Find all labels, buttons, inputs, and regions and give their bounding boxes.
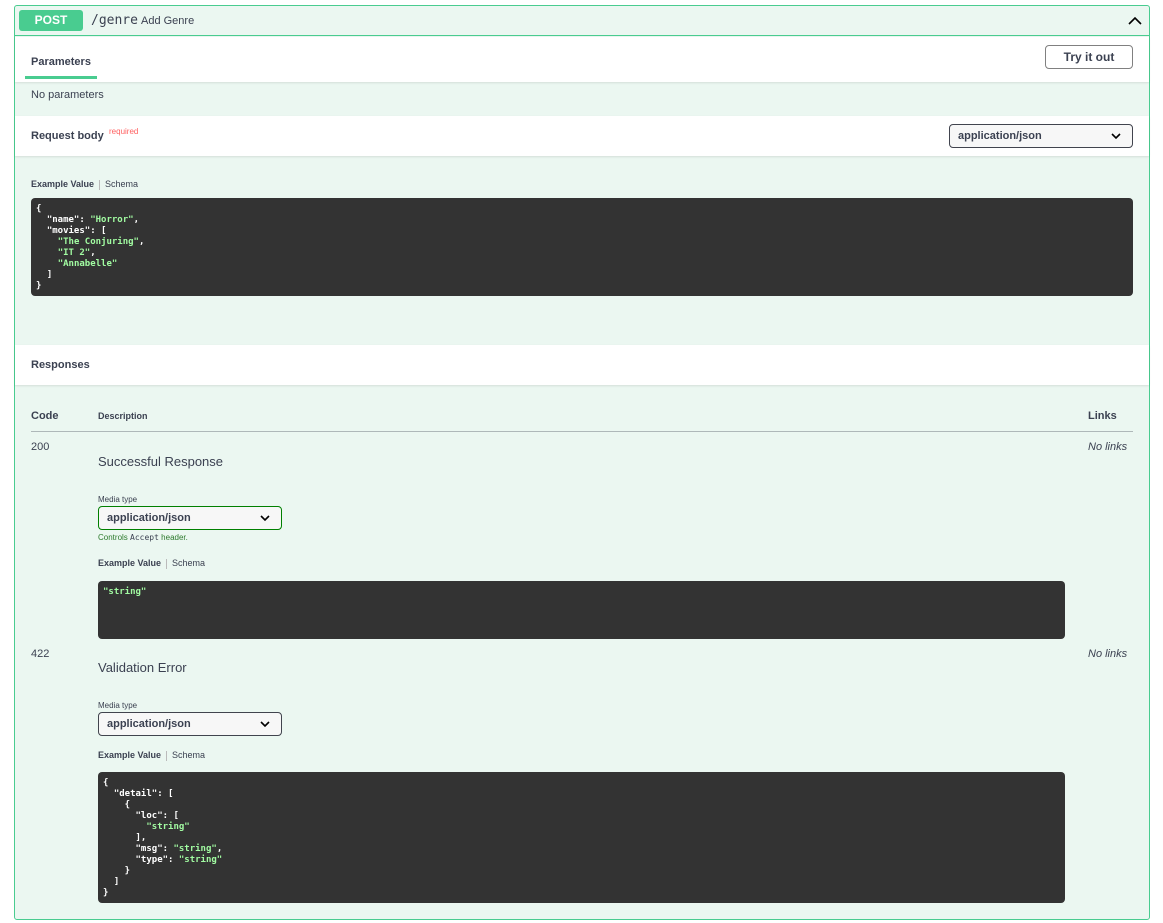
table-header-divider — [31, 431, 1133, 432]
operation-summary[interactable]: POST /genre Add Genre — [15, 6, 1149, 36]
tab-schema[interactable]: Schema — [172, 558, 205, 568]
response-422-example-tabs: Example Value Schema — [98, 750, 205, 761]
tab-example-value[interactable]: Example Value — [31, 179, 94, 189]
responses-header: Responses — [15, 345, 1149, 385]
column-header-description: Description — [98, 411, 148, 421]
response-422-media-type-select[interactable]: application/json — [98, 712, 282, 736]
tab-active-indicator — [25, 76, 97, 79]
column-header-links: Links — [1088, 410, 1117, 422]
response-422-example-code[interactable]: { "detail": [ { "loc": [ "string" ], "ms… — [98, 772, 1065, 903]
tab-parameters[interactable]: Parameters — [31, 56, 91, 68]
response-200-example-tabs: Example Value Schema — [98, 558, 205, 569]
tab-example-value[interactable]: Example Value — [98, 750, 161, 760]
tab-divider — [99, 179, 101, 190]
no-parameters-text: No parameters — [31, 89, 104, 101]
media-type-value: application/json — [107, 718, 191, 730]
request-example-tabs: Example Value Schema — [31, 179, 138, 190]
tab-divider — [166, 558, 168, 569]
response-200-example-code[interactable]: "string" — [98, 581, 1065, 639]
response-links-200: No links — [1088, 441, 1128, 453]
request-example-code[interactable]: { "name": "Horror", "movies": [ "The Con… — [31, 198, 1133, 296]
controls-accept-note: Controls Accept header. — [98, 533, 188, 542]
tab-example-value[interactable]: Example Value — [98, 558, 161, 568]
chevron-down-icon — [260, 515, 270, 522]
response-code-422: 422 — [31, 648, 50, 660]
controls-accept-code: Accept — [130, 533, 159, 542]
request-body-title: Request body — [31, 130, 104, 142]
required-label: required — [109, 127, 139, 136]
tab-divider — [166, 750, 168, 761]
method-badge: POST — [19, 10, 83, 31]
response-description-422: Validation Error — [98, 660, 187, 675]
responses-title: Responses — [31, 359, 90, 371]
request-content-type-select[interactable]: application/json — [949, 124, 1133, 148]
column-header-code: Code — [31, 410, 59, 422]
chevron-up-icon[interactable] — [1127, 13, 1143, 29]
operation-summary-text: Add Genre — [141, 15, 195, 27]
response-links-422: No links — [1088, 648, 1128, 660]
chevron-down-icon — [260, 721, 270, 728]
parameters-header: Parameters Try it out — [15, 37, 1149, 82]
controls-suffix: header. — [161, 533, 188, 542]
response-200-media-type-select[interactable]: application/json — [98, 506, 282, 530]
response-description-200: Successful Response — [98, 454, 224, 469]
controls-prefix: Controls — [98, 533, 128, 542]
endpoint-path: /genre — [91, 13, 138, 28]
media-type-value: application/json — [107, 512, 191, 524]
media-type-label: Media type — [98, 495, 138, 504]
tab-schema[interactable]: Schema — [105, 179, 138, 189]
operation-block-post-genre: POST /genre Add Genre Parameters Try it … — [14, 5, 1150, 920]
request-content-type-value: application/json — [958, 130, 1042, 142]
response-code-200: 200 — [31, 441, 50, 453]
chevron-down-icon — [1111, 133, 1121, 140]
try-it-out-button[interactable]: Try it out — [1045, 45, 1133, 69]
media-type-label: Media type — [98, 701, 138, 710]
request-body-header: Request body required application/json — [15, 116, 1149, 156]
tab-schema[interactable]: Schema — [172, 750, 205, 760]
